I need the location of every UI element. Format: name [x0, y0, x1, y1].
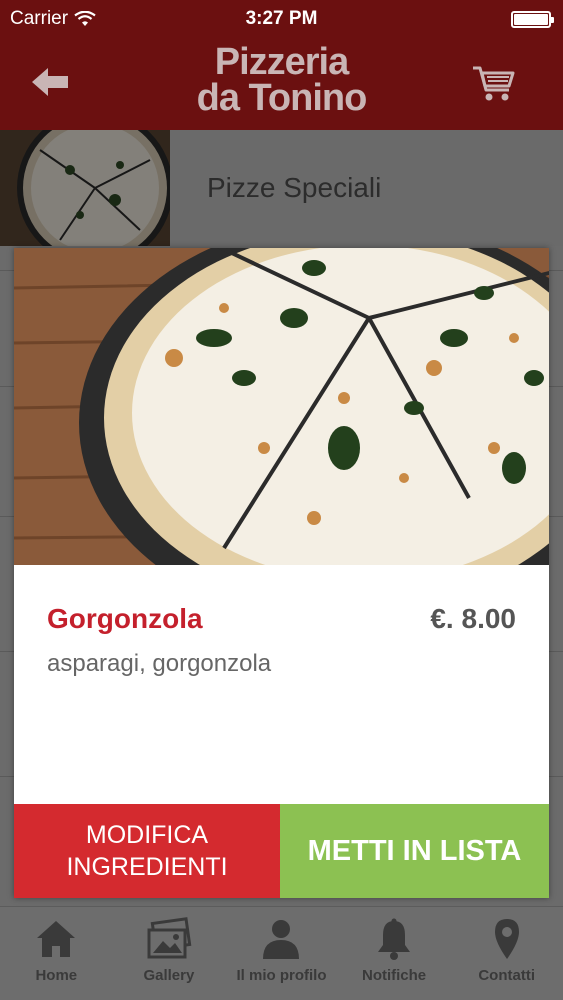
modify-button-line-1: MODIFICA — [85, 821, 209, 849]
category-thumbnail — [0, 130, 170, 246]
product-ingredients: asparagi, gorgonzola — [47, 650, 272, 677]
bell-icon — [378, 918, 411, 960]
tab-home[interactable]: Home — [0, 907, 113, 1000]
location-pin-icon — [494, 919, 519, 959]
tab-bar: Home Gallery Il mio profilo Notifiche Co… — [0, 906, 563, 1000]
tab-notifications-label: Notifiche — [361, 967, 427, 984]
add-to-list-button[interactable]: METTI IN LISTA — [280, 804, 549, 898]
product-photo — [14, 248, 549, 565]
status-time: 3:27 PM — [245, 8, 318, 29]
status-bar: Carrier 3:27 PM — [0, 0, 563, 40]
tab-profile-label: Il mio profilo — [236, 967, 327, 984]
gallery-icon — [147, 917, 192, 959]
category-row[interactable]: Pizze Speciali — [0, 130, 563, 246]
tab-contacts[interactable]: Contatti — [450, 907, 563, 1000]
product-detail-card: Gorgonzola €. 8.00 asparagi, gorgonzola … — [14, 248, 549, 898]
tab-profile[interactable]: Il mio profilo — [225, 907, 338, 1000]
modify-ingredients-button[interactable]: MODIFICA INGREDIENTI — [14, 804, 280, 898]
app-header: Pizzeria da Tonino — [0, 40, 563, 130]
home-icon — [37, 921, 76, 957]
pizza-photo-image — [14, 248, 549, 565]
pizza-thumbnail-image — [0, 130, 170, 246]
tab-notifications[interactable]: Notifiche — [338, 907, 451, 1000]
modify-button-line-2: INGREDIENTI — [66, 853, 228, 881]
tab-contacts-label: Contatti — [478, 967, 535, 984]
profile-icon — [263, 920, 300, 959]
category-label: Pizze Speciali — [207, 172, 382, 203]
product-name: Gorgonzola — [47, 603, 203, 634]
battery-icon — [511, 11, 554, 28]
product-price: €. 8.00 — [430, 603, 516, 634]
tab-home-label: Home — [35, 967, 78, 984]
tab-gallery[interactable]: Gallery — [113, 907, 226, 1000]
tab-gallery-label: Gallery — [143, 967, 195, 984]
cart-icon[interactable] — [471, 62, 517, 104]
